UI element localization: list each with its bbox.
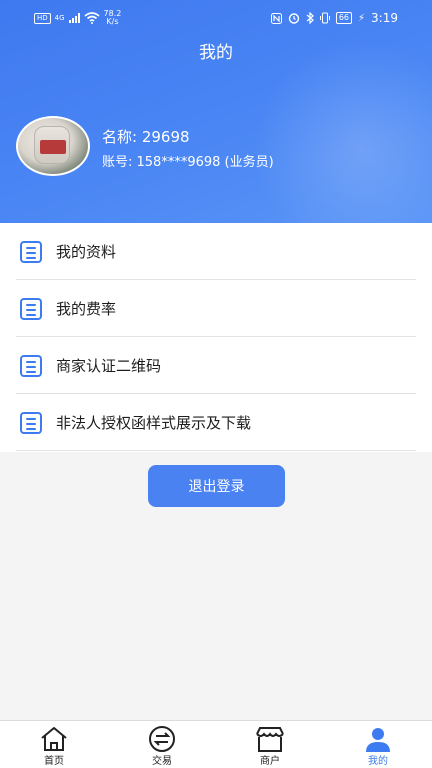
speed-unit: K/s [106,17,119,26]
menu-item-authorization-letter[interactable]: 非法人授权函样式展示及下载 [0,394,432,451]
menu-item-label: 非法人授权函样式展示及下载 [56,414,252,432]
logout-button[interactable]: 退出登录 [148,465,285,507]
home-icon [41,727,67,751]
menu-item-my-rate[interactable]: 我的费率 [0,280,432,337]
tab-label: 我的 [368,756,388,767]
battery-icon: 66 [335,12,353,24]
wifi-icon [84,12,100,24]
tab-mine[interactable]: 我的 [324,721,432,768]
menu-item-label: 我的资料 [56,243,117,261]
profile-menu: 我的资料 我的费率 商家认证二维码 非法人授权函样式展示及下载 [0,223,432,452]
avatar[interactable] [16,116,90,176]
hd-badge: HD [34,12,51,24]
list-icon [20,354,42,377]
tab-label: 交易 [152,756,172,767]
signal-bars-icon [68,13,80,23]
alarm-icon [288,13,300,24]
page-title: 我的 [199,43,233,63]
list-icon [20,297,42,320]
tab-transactions[interactable]: 交易 [108,721,216,768]
bluetooth-icon [306,12,314,24]
clock: 3:19 [371,11,398,25]
list-icon [20,411,42,434]
menu-item-label: 商家认证二维码 [56,357,162,375]
tab-home[interactable]: 首页 [0,721,108,768]
user-name: 名称: 29698 [102,128,190,146]
bottom-tab-bar: 首页 交易 商户 我的 [0,720,432,768]
user-account: 账号: 158****9698 (业务员) [102,155,274,170]
tab-label: 首页 [44,756,64,767]
list-icon [20,240,42,263]
tab-merchants[interactable]: 商户 [216,721,324,768]
user-icon [366,728,390,752]
signal-type: 4G [54,13,65,22]
menu-item-my-profile[interactable]: 我的资料 [0,223,432,280]
nfc-icon [270,12,282,24]
menu-item-label: 我的费率 [56,300,117,318]
network-speed: 78.2 K/s [104,10,122,26]
status-bar: HD 4G 78.2 K/s 66 ⚡ 3:19 [0,0,432,36]
menu-item-merchant-qr[interactable]: 商家认证二维码 [0,337,432,394]
tab-label: 商户 [260,756,280,767]
vibrate-icon [319,12,330,24]
profile-header: HD 4G 78.2 K/s 66 ⚡ 3:19 我的 名称: 29698 账号… [0,0,432,223]
store-icon [256,727,284,752]
charging-icon: ⚡ [358,12,366,24]
exchange-icon [149,726,175,752]
